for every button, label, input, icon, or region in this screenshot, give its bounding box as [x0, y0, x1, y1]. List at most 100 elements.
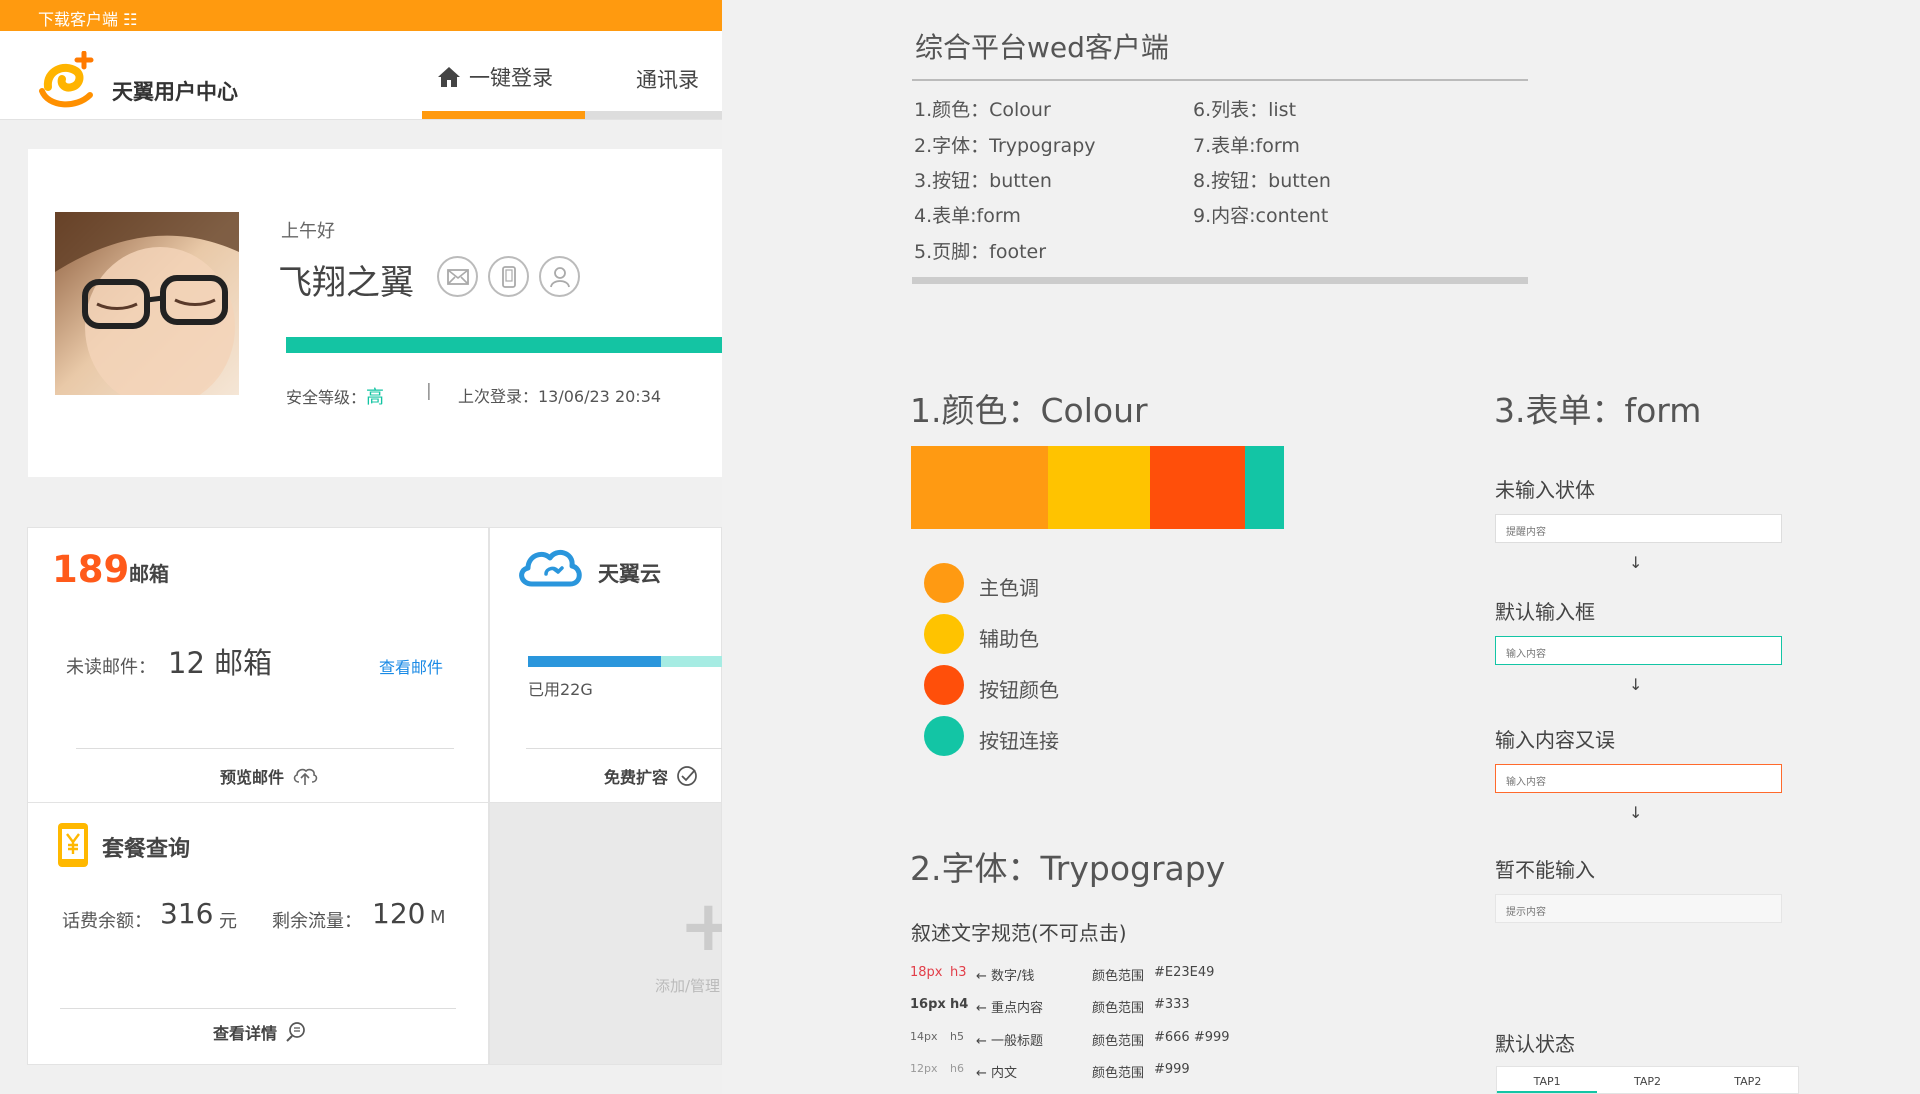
default-state-label: 默认状态 [1495, 1032, 1575, 1056]
spec-board: 下载客户端 ☷ 天翼用户中心 一键登录 通讯录 上午好 飞翔之翼 安全等级：高 … [0, 0, 1920, 1094]
view-mail-link[interactable]: 查看邮件 [379, 654, 443, 678]
flow-unit: M [430, 907, 446, 928]
form-state-label: 暂不能输入 [1495, 858, 1595, 882]
identity-bind-button[interactable] [539, 256, 580, 297]
type-desc: ← 一般标题 [976, 1034, 1044, 1049]
free-expand-label: 免费扩容 [604, 768, 669, 787]
avatar-photo [55, 212, 239, 395]
view-detail-button[interactable]: 查看详情 [213, 1020, 307, 1044]
mail-card: 189 邮箱 未读邮件： 12 邮箱 查看邮件 预览邮件 [27, 527, 489, 803]
add-manage-card[interactable]: + 添加/管理 [489, 802, 722, 1065]
tab-one-click-login-label: 一键登录 [469, 66, 553, 90]
type-tag: h4 [950, 997, 969, 1012]
search-doc-icon [286, 1022, 305, 1042]
download-bar[interactable]: 下载客户端 ☷ [0, 0, 722, 31]
greeting: 上午好 [281, 221, 335, 242]
form-state-label: 输入内容又误 [1495, 728, 1615, 752]
tab-bar: TAP1 TAP2 TAP2 [1496, 1066, 1799, 1094]
toc-item[interactable]: 4.表单:form [914, 201, 1021, 228]
legend-label: 按钮颜色 [979, 678, 1059, 702]
preview-mail-label: 预览邮件 [220, 768, 285, 787]
tab-contacts[interactable]: 通讯录 [636, 64, 699, 94]
legend-dot [924, 563, 964, 603]
logo-icon [39, 51, 94, 108]
form-input-disabled: 提示内容 [1495, 894, 1782, 923]
logo-text: 天翼用户中心 [112, 80, 238, 104]
toc-item[interactable]: 7.表单:form [1193, 131, 1300, 158]
separator: | [426, 381, 432, 401]
divider [526, 748, 722, 749]
free-expand-button[interactable]: 免费扩容 [604, 764, 698, 788]
toc-item[interactable]: 9.内容:content [1193, 201, 1328, 228]
flow-value: 120 [372, 897, 426, 930]
toc-item[interactable]: 2.字体：Trypograpy [914, 131, 1096, 158]
yuan-phone-icon [58, 823, 88, 867]
type-size: 18px [910, 965, 943, 980]
profile-card: 上午好 飞翔之翼 安全等级：高 | 上次登录：13/06/23 20:34 [28, 149, 722, 477]
form-state-label: 未输入状体 [1495, 478, 1595, 502]
flow-label: 剩余流量： [272, 911, 362, 932]
divider [76, 748, 454, 749]
plus-icon: + [679, 885, 722, 967]
type-tag: h6 [950, 1062, 964, 1075]
avatar[interactable] [55, 212, 239, 395]
tab-3[interactable]: TAP2 [1698, 1067, 1798, 1093]
legend-dot [924, 716, 964, 756]
download-client-link[interactable]: 下载客户端 ☷ [38, 6, 137, 30]
cloud-upload-icon [293, 768, 318, 785]
tab-one-click-login[interactable]: 一键登录 [437, 62, 553, 92]
home-icon [438, 67, 460, 87]
check-circle-icon [677, 766, 697, 786]
type-tag: h3 [950, 965, 967, 980]
tab-2[interactable]: TAP2 [1597, 1067, 1697, 1093]
type-range-label: 颜色范围 [1092, 1001, 1145, 1016]
toc-item[interactable]: 8.按钮：butten [1193, 166, 1331, 193]
mail-bind-button[interactable] [437, 256, 478, 297]
phone-bind-button[interactable] [488, 256, 529, 297]
last-login: 上次登录：13/06/23 20:34 [458, 387, 662, 406]
type-colors: #999 [1154, 1062, 1190, 1077]
header: 天翼用户中心 一键登录 通讯录 [0, 31, 722, 120]
toc-item[interactable]: 6.列表：list [1193, 95, 1296, 122]
type-row: 12px h6 ← 内文 颜色范围 #999 [910, 1062, 1470, 1088]
typography-subtitle: 叙述文字规范(不可点击) [911, 921, 1127, 945]
toc-item[interactable]: 3.按钮：butten [914, 166, 1052, 193]
type-desc: ← 内文 [976, 1066, 1018, 1081]
cloud-title: 天翼云 [598, 562, 661, 586]
tab-active-indicator [422, 111, 585, 119]
swatch [1048, 446, 1150, 529]
view-detail-label: 查看详情 [213, 1024, 278, 1043]
input-placeholder: 提示内容 [1506, 907, 1546, 918]
security-level: 安全等级：高 [286, 383, 384, 409]
type-tag: h5 [950, 1030, 964, 1043]
colour-swatch-bar [911, 446, 1284, 529]
user-center-preview: 下载客户端 ☷ 天翼用户中心 一键登录 通讯录 上午好 飞翔之翼 安全等级：高 … [0, 0, 722, 1094]
toc-rule [912, 277, 1528, 284]
type-range-label: 颜色范围 [1092, 1066, 1145, 1081]
balance-value: 316 [160, 897, 214, 930]
balance-unit: 元 [219, 911, 237, 932]
legend-dot [924, 665, 964, 705]
toc-item[interactable]: 1.颜色：Colour [914, 95, 1051, 122]
legend-label: 主色调 [979, 576, 1039, 600]
phone-icon [501, 265, 516, 288]
swatch [911, 446, 1048, 529]
form-state-label: 默认输入框 [1495, 600, 1595, 624]
legend-label: 按钮连接 [979, 729, 1059, 753]
form-input-empty[interactable]: 提醒内容 [1495, 514, 1782, 543]
type-row: 14px h5 ← 一般标题 颜色范围 #666 #999 [910, 1030, 1470, 1056]
spec-title: 综合平台wed客户端 [915, 31, 1169, 64]
input-value: 输入内容 [1506, 649, 1546, 660]
cloud-icon [519, 549, 582, 587]
balance-label: 话费余额： [62, 911, 152, 932]
form-input-error[interactable]: 输入内容 [1495, 764, 1782, 793]
tab-1[interactable]: TAP1 [1497, 1067, 1598, 1093]
package-title: 套餐查询 [102, 837, 191, 862]
form-input-default[interactable]: 输入内容 [1495, 636, 1782, 665]
type-colors: #666 #999 [1154, 1030, 1230, 1045]
legend-label: 辅助色 [979, 627, 1039, 651]
swatch [1150, 446, 1245, 529]
security-level-label: 安全等级： [286, 388, 367, 407]
preview-mail-button[interactable]: 预览邮件 [220, 764, 318, 788]
toc-item[interactable]: 5.页脚：footer [914, 237, 1046, 264]
